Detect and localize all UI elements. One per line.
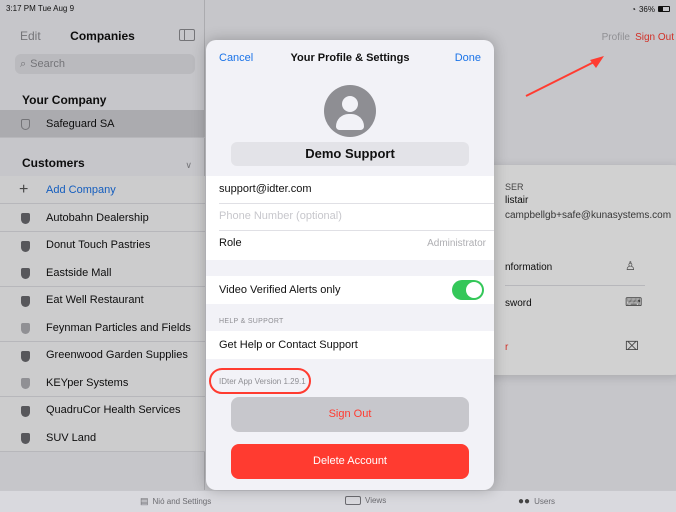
sign-out-button[interactable]: Sign Out [231,397,469,432]
tab-bar: ▤ Nió and Settings Views ●● Users [0,490,676,512]
help-support-row[interactable]: Get Help or Contact Support [206,331,494,359]
tab-views[interactable]: Views [345,496,386,505]
modal-title: Your Profile & Settings [290,52,410,64]
video-alerts-label: Video Verified Alerts only [219,284,341,296]
role-label: Role [219,237,242,249]
users-icon: ●● [518,496,531,507]
wifi-icon: ◔ [631,4,636,14]
views-icon [345,496,361,505]
arrow-annotation [525,56,604,97]
person-icon [342,96,358,112]
battery-icon [658,6,670,12]
battery-percent: 36% [638,4,655,14]
video-alerts-toggle[interactable] [452,280,484,300]
help-link[interactable]: Get Help or Contact Support [219,339,358,351]
tab-settings[interactable]: ▤ Nió and Settings [140,496,211,507]
delete-account-button[interactable]: Delete Account [231,444,469,479]
profile-name[interactable]: Demo Support [231,142,469,166]
email-field[interactable]: support@idter.com [219,183,312,195]
video-alerts-row: Video Verified Alerts only [206,276,494,304]
version-highlight-annotation [209,368,311,394]
help-support-header: HELP & SUPPORT [219,318,284,325]
modal-header: Cancel Your Profile & Settings Done [206,50,494,70]
status-time: 3:17 PM Tue Aug 9 [6,4,75,13]
settings-tab-icon: ▤ [140,496,149,506]
phone-field[interactable]: Phone Number (optional) [219,210,342,222]
profile-settings-modal: Cancel Your Profile & Settings Done Demo… [206,40,494,490]
contact-group: support@idter.com Phone Number (optional… [206,176,494,260]
done-button[interactable]: Done [455,52,481,64]
status-bar: 3:17 PM Tue Aug 9 ◔ 36% [0,0,676,18]
tab-users[interactable]: ●● Users [518,496,555,507]
avatar[interactable] [324,85,376,137]
role-value: Administrator [427,238,486,249]
